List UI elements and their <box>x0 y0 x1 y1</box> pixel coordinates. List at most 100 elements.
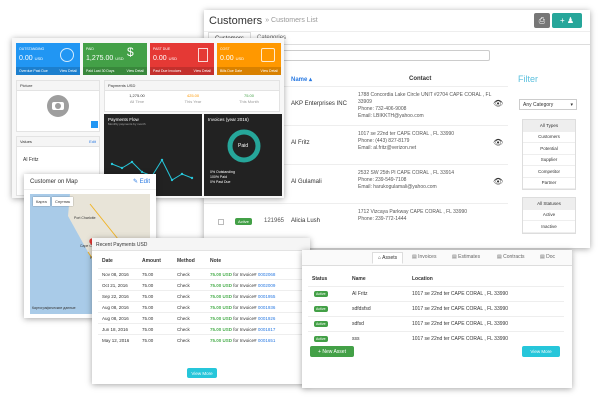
map-title: Customer on Map <box>30 178 78 185</box>
tile-label: PAST DUE <box>153 47 171 51</box>
invoice-link[interactable]: 0001651 <box>258 338 276 343</box>
tile-footer: Overdue Past Due View Detail <box>16 67 80 75</box>
filter-item-all-types[interactable]: All Types <box>523 120 575 132</box>
upload-button[interactable] <box>91 121 98 128</box>
filter-item-competitor[interactable]: Competitor <box>523 166 575 178</box>
status-badge: Active <box>314 336 328 342</box>
add-user-icon: + ♟ <box>559 16 575 25</box>
status-badge: Active <box>314 306 328 312</box>
building-icon <box>198 48 208 62</box>
edit-button[interactable]: ✎ Edit <box>133 178 150 185</box>
tab-estimates[interactable]: ▤ Estimates <box>452 254 480 260</box>
edit-link[interactable]: Edit <box>89 139 96 144</box>
customer-contact: 1788 Concordia Lake Circle UNIT #2704 CA… <box>358 92 491 120</box>
view-more-button[interactable]: View More <box>522 346 560 357</box>
tab-assets[interactable]: ⌂ Assets <box>372 252 404 264</box>
view-detail-link[interactable]: View Detail <box>60 69 77 73</box>
document-icon: ▤ <box>540 254 545 260</box>
customer-contact: 2532 SW 25th Pl CAPE CORAL , FL 33914 Ph… <box>358 170 454 191</box>
customer-name[interactable]: AKP Enterprises INC <box>291 101 347 107</box>
assets-tabs: ⌂ Assets ▤ Invoices ▤ Estimates ▤ Contra… <box>302 250 572 266</box>
filter-item-customers[interactable]: Customers <box>523 132 575 143</box>
table-row[interactable]: Active 121965 Alicia Lush 1712 Vizcaya P… <box>204 203 508 239</box>
filter-title: Filter <box>518 74 538 84</box>
view-eye-icon[interactable]: 👁 <box>493 99 503 108</box>
filter-item-active[interactable]: Active <box>523 210 575 221</box>
add-customer-button[interactable]: + ♟ <box>552 13 582 28</box>
invoice-link[interactable]: 0002009 <box>258 283 276 288</box>
tile-past-due[interactable]: PAST DUE 0.00 USD Past Due Invoices View … <box>150 43 214 75</box>
tile-footer: Past Due Invoices View Detail <box>150 67 214 75</box>
filter-item-potential[interactable]: Potential <box>523 143 575 155</box>
invoice-link[interactable]: 0002068 <box>258 272 276 277</box>
chevron-down-icon: ▾ <box>570 102 573 108</box>
column-header-location: Location <box>412 276 433 282</box>
panel-title: Values Edit <box>17 137 99 147</box>
table-row[interactable]: Active Al Fritz 1017 se 22nd ter CAPE CO… <box>308 286 564 301</box>
customer-name[interactable]: Alicia Lush <box>291 218 320 224</box>
map-attribution: Картографические данные <box>32 306 76 310</box>
table-row: Aug 08, 2016 75.00 Check 75.00 USD for Inv… <box>98 312 304 323</box>
view-eye-icon[interactable]: 👁 <box>493 177 503 186</box>
camera-icon <box>47 95 69 117</box>
tile-outstanding[interactable]: OUTSTANDING 0.00 USD Overdue Past Due Vie… <box>16 43 80 75</box>
address-line: 2532 SW 25th Pl CAPE CORAL , FL 33914 <box>358 170 455 176</box>
view-detail-link[interactable]: View Detail <box>261 69 278 73</box>
view-more-button[interactable]: View More <box>187 368 217 378</box>
table-row: Aug 08, 2016 75.00 Check 75.00 USD for Inv… <box>98 301 304 312</box>
panel-title: Picture <box>17 81 99 91</box>
page-title: Customers <box>209 14 263 27</box>
asset-name: sss <box>352 336 360 342</box>
customer-name[interactable]: Al Gulamali <box>291 179 322 185</box>
filter-item-all-statuses[interactable]: All Statuses <box>523 198 575 210</box>
invoice-link[interactable]: 0001817 <box>258 327 276 332</box>
map-type-satellite[interactable]: Спутник <box>52 197 74 206</box>
invoice-link[interactable]: 0001955 <box>258 294 276 299</box>
tile-label: COST <box>220 47 230 51</box>
map-type-map[interactable]: Карта <box>33 197 50 206</box>
map-header: Customer on Map ✎ Edit <box>24 174 156 190</box>
tab-doc[interactable]: ▤ Doc <box>540 254 555 260</box>
asset-name: Al Fritz <box>352 291 368 297</box>
row-checkbox[interactable] <box>218 219 224 225</box>
table-row[interactable]: Active sdfdsfsd 1017 se 22nd ter CAPE CO… <box>308 301 564 316</box>
filter-item-supplier[interactable]: Supplier <box>523 155 575 166</box>
view-detail-link[interactable]: View Detail <box>127 69 144 73</box>
address-line: 1788 Concordia Lake Circle UNIT #2704 CA… <box>358 92 492 98</box>
view-detail-link[interactable]: View Detail <box>194 69 211 73</box>
tile-value: 0.00 USD <box>153 55 178 62</box>
invoice-link[interactable]: 0001926 <box>258 316 276 321</box>
filter-item-inactive[interactable]: Inactive <box>523 221 575 233</box>
view-eye-icon[interactable]: 👁 <box>493 138 503 147</box>
tab-invoices[interactable]: ▤ Invoices <box>412 254 436 260</box>
column-header-method: Method <box>177 258 195 264</box>
asset-name: sdfdsfsd <box>352 306 371 312</box>
filter-item-partner[interactable]: Partner <box>523 178 575 189</box>
document-icon: ▤ <box>412 254 417 260</box>
new-asset-button[interactable]: + New Asset <box>310 346 354 357</box>
print-button[interactable]: ⎙ <box>534 13 550 28</box>
tile-footer: Bills Due Date View Detail <box>217 67 281 75</box>
customer-name[interactable]: Al Fritz <box>291 140 310 146</box>
assets-window: ⌂ Assets ▤ Invoices ▤ Estimates ▤ Contra… <box>302 250 572 388</box>
tab-contracts[interactable]: ▤ Contracts <box>497 254 525 260</box>
tile-footer: Paid Last 30 Days View Detail <box>83 67 147 75</box>
invoices-donut-panel: Invoices (year 2016) Paid 0% Outstanding… <box>204 114 282 196</box>
table-row[interactable]: Active sss 1017 se 22nd ter CAPE CORAL ,… <box>308 331 564 346</box>
table-row[interactable]: Active sdfsd 1017 se 22nd ter CAPE CORAL… <box>308 316 564 331</box>
tile-paid[interactable]: PAID 1,275.00 USD $ Paid Last 30 Days Vie… <box>83 43 147 75</box>
phone-line: Phone: 239-772-1444 <box>358 216 407 222</box>
column-header-note: Note <box>210 258 222 264</box>
category-select-value: Any Category <box>523 102 554 108</box>
tile-label: OUTSTANDING <box>19 47 45 51</box>
phone-line: Phone: 732-406-9008 <box>358 106 407 112</box>
address-line: 1017 se 22nd ter CAPE CORAL , FL 33990 <box>358 131 455 137</box>
column-header-name[interactable]: Name ▴ <box>291 76 312 83</box>
phone-line: Phone: 239-549-7108 <box>358 177 407 183</box>
invoice-link[interactable]: 0001936 <box>258 305 276 310</box>
donut-legend: 0% Outstanding 100% Paid 0% Past Due <box>210 170 235 184</box>
tile-cost[interactable]: COST 0.00 USD Bills Due Date View Detail <box>217 43 281 75</box>
panel-title: Payments USD <box>105 81 279 91</box>
column-header-name: Name <box>352 276 366 282</box>
category-select[interactable]: Any Category ▾ <box>519 99 577 110</box>
